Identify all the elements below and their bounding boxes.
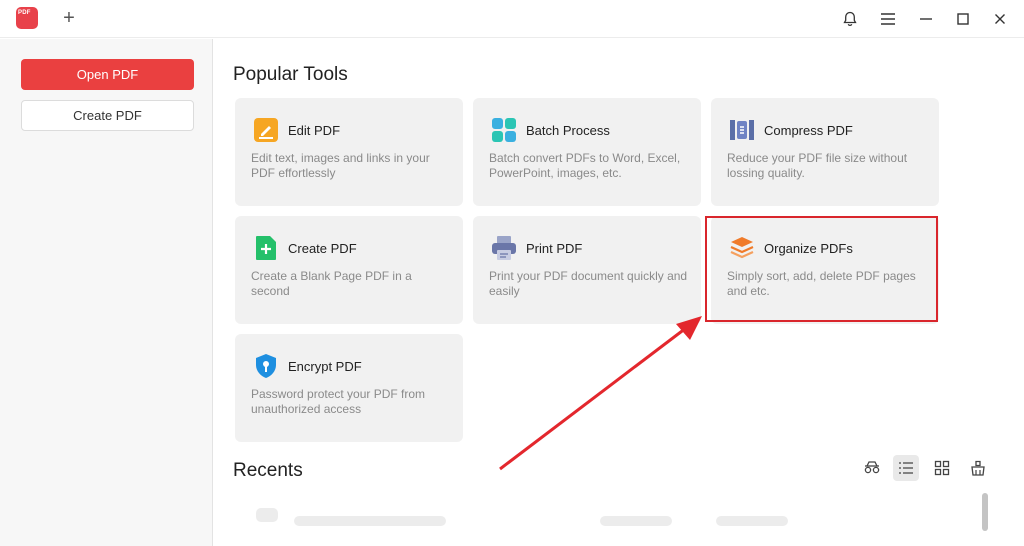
- tool-card-batch-process[interactable]: Batch Process Batch convert PDFs to Word…: [473, 98, 701, 206]
- recent-file-name: [294, 516, 446, 526]
- scrollbar[interactable]: [982, 493, 988, 531]
- edit-icon: [254, 118, 278, 142]
- grid-icon: [934, 460, 950, 476]
- glasses-icon: [864, 461, 880, 474]
- popular-tools-title: Popular Tools: [233, 64, 348, 85]
- close-button[interactable]: [988, 7, 1012, 31]
- tool-description: Create a Blank Page PDF in a second: [251, 269, 412, 298]
- menu-button[interactable]: [876, 7, 900, 31]
- create-icon: [256, 236, 276, 260]
- list-icon: [899, 462, 913, 474]
- clear-recents-button[interactable]: [965, 455, 991, 481]
- app-logo[interactable]: PDF: [10, 3, 44, 33]
- sidebar: Open PDF Create PDF: [0, 39, 213, 546]
- pdf-logo-icon: PDF: [16, 7, 38, 29]
- logo-text: PDF: [18, 10, 31, 16]
- list-view-button[interactable]: [893, 455, 919, 481]
- highlight-box: [705, 216, 938, 322]
- tool-description: Reduce your PDF file size without lossin…: [727, 151, 908, 180]
- shield-icon: [256, 354, 276, 378]
- tool-title: Create PDF: [288, 241, 357, 256]
- tool-card-create-pdf[interactable]: Create PDF Create a Blank Page PDF in a …: [235, 216, 463, 324]
- notification-button[interactable]: [838, 7, 862, 31]
- maximize-button[interactable]: [951, 7, 975, 31]
- title-bar: PDF +: [0, 0, 1024, 38]
- tool-description: Edit text, images and links in your PDF …: [251, 151, 430, 180]
- tool-description: Print your PDF document quickly and easi…: [489, 269, 688, 298]
- tool-card-print-pdf[interactable]: Print PDF Print your PDF document quickl…: [473, 216, 701, 324]
- grid-view-button[interactable]: [929, 455, 955, 481]
- open-pdf-button[interactable]: Open PDF: [21, 59, 194, 90]
- recents-title: Recents: [233, 460, 303, 481]
- tool-description: Batch convert PDFs to Word, Excel, Power…: [489, 151, 681, 180]
- recent-file-size: [716, 516, 788, 526]
- tool-card-compress-pdf[interactable]: Compress PDF Reduce your PDF file size w…: [711, 98, 939, 206]
- tool-title: Print PDF: [526, 241, 583, 256]
- compress-icon: [730, 120, 754, 140]
- maximize-icon: [957, 13, 969, 25]
- tool-card-encrypt-pdf[interactable]: Encrypt PDF Password protect your PDF fr…: [235, 334, 463, 442]
- batch-icon: [492, 118, 516, 142]
- minimize-button[interactable]: [914, 7, 938, 31]
- tool-title: Edit PDF: [288, 123, 341, 138]
- cloud-view-button[interactable]: [859, 455, 885, 481]
- close-icon: [995, 14, 1005, 24]
- broom-icon: [971, 460, 985, 476]
- hamburger-menu-icon: [881, 13, 895, 25]
- tool-title: Batch Process: [526, 123, 610, 138]
- recent-file-date: [600, 516, 672, 526]
- bell-icon: [843, 11, 857, 27]
- tool-card-edit-pdf[interactable]: Edit PDF Edit text, images and links in …: [235, 98, 463, 206]
- print-icon: [492, 236, 516, 260]
- create-pdf-button[interactable]: Create PDF: [21, 100, 194, 131]
- tool-title: Encrypt PDF: [288, 359, 362, 374]
- recent-file-thumbnail: [256, 508, 278, 522]
- tool-title: Compress PDF: [764, 123, 853, 138]
- tool-description: Password protect your PDF from unauthori…: [251, 387, 426, 416]
- minimize-icon: [920, 18, 932, 20]
- new-tab-button[interactable]: +: [58, 6, 80, 30]
